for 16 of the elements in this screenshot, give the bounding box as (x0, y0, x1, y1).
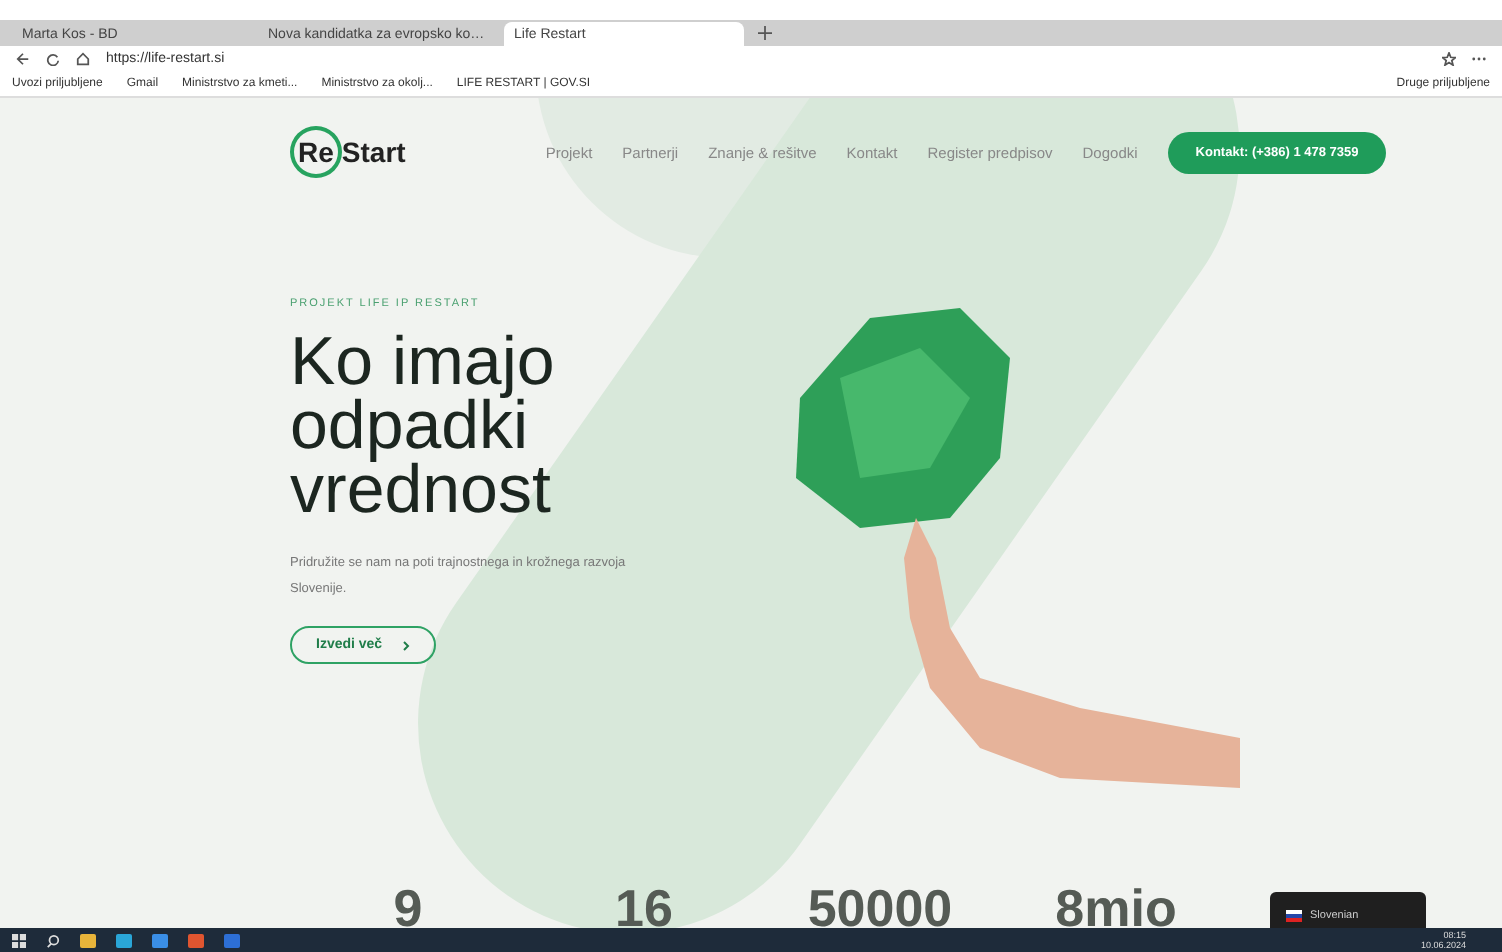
search-icon[interactable] (46, 933, 60, 947)
new-tab-icon[interactable] (758, 26, 772, 40)
stat-number: 50000 (805, 878, 955, 928)
windows-start-icon[interactable] (12, 933, 26, 947)
home-icon[interactable] (76, 52, 90, 66)
star-icon[interactable] (1442, 52, 1456, 66)
restart-logo[interactable]: Re Start (290, 126, 406, 178)
hero-heading: Ko imajo odpadki vrednost (290, 330, 555, 522)
flag-icon (1286, 910, 1302, 922)
chevron-icon (402, 639, 411, 651)
more-icon[interactable] (1472, 56, 1486, 62)
stat-number: 9 (391, 878, 425, 928)
refresh-icon[interactable] (46, 52, 60, 66)
stat-number: 8mio (1053, 878, 1179, 928)
stat-number: 16 (613, 878, 675, 928)
back-icon[interactable] (16, 52, 30, 66)
